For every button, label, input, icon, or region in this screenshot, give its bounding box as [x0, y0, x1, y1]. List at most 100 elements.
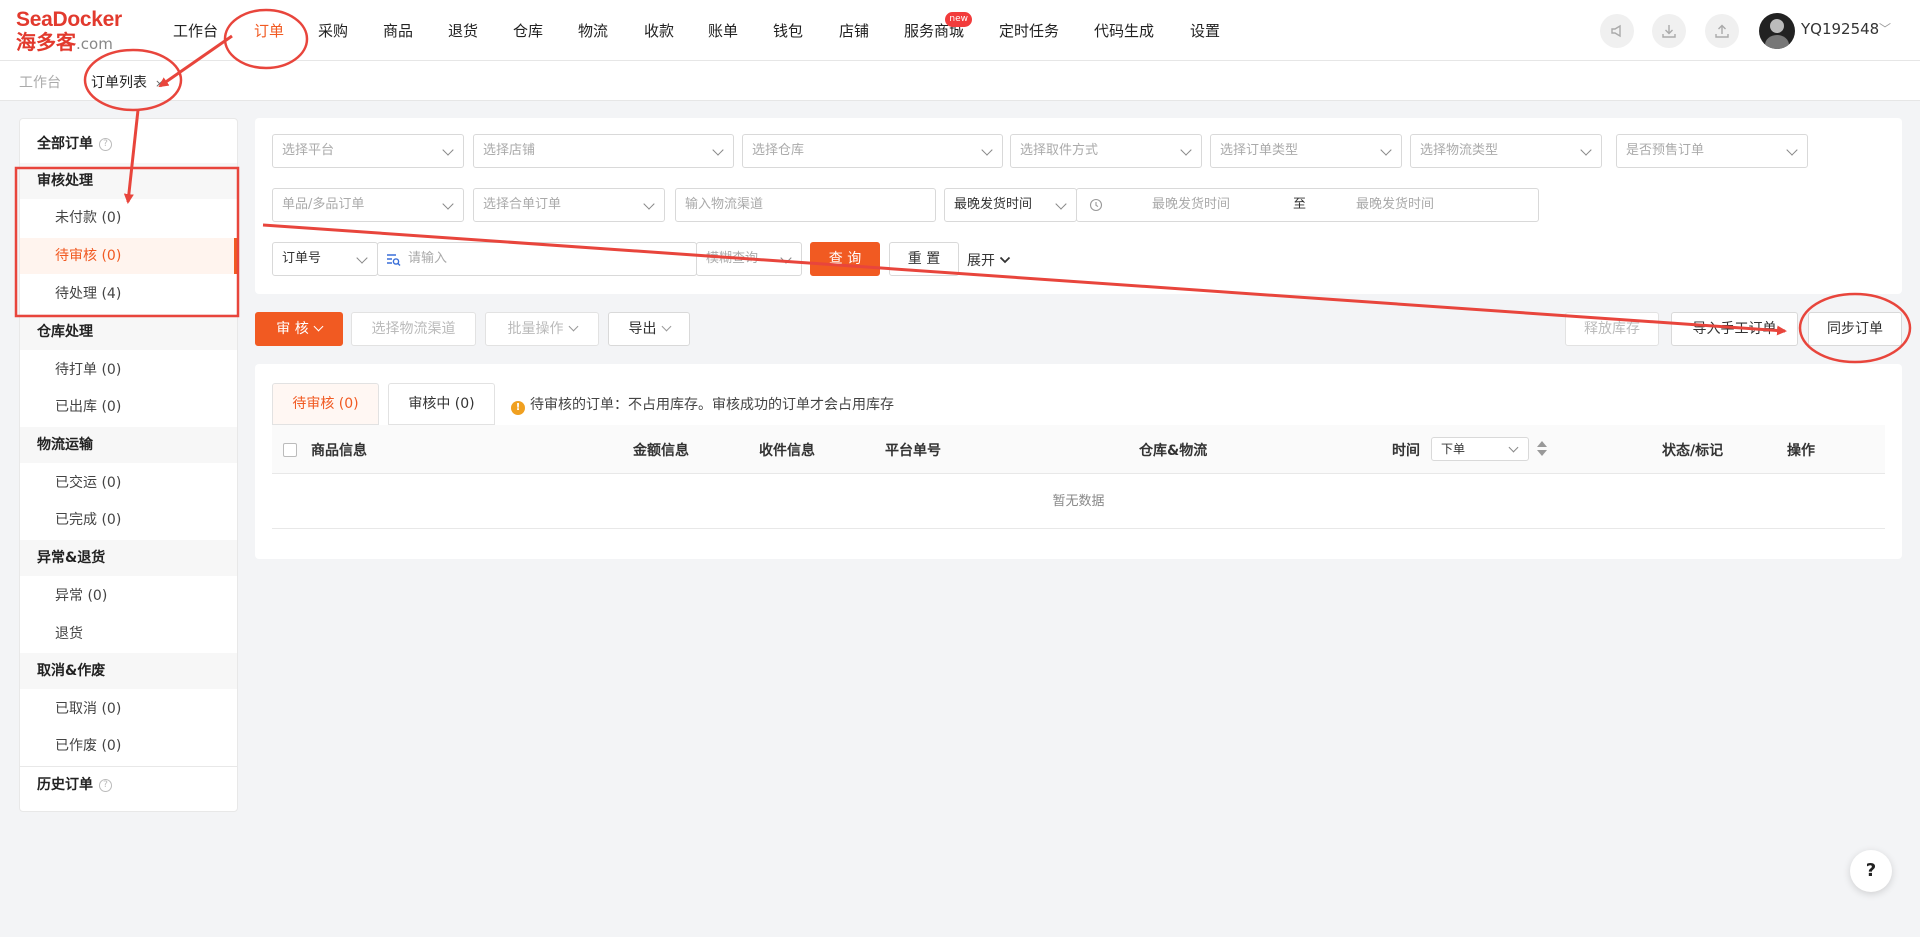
tab-order-list[interactable]: 订单列表 × [91, 72, 164, 92]
presale-select[interactable]: 是否预售订单 [1616, 134, 1808, 168]
sidebar-item-pending-process[interactable]: 待处理 (4) [20, 276, 237, 312]
nav-warehouse[interactable]: 仓库 [513, 20, 543, 42]
chevron-down-icon [981, 144, 993, 156]
chevron-down-icon [643, 198, 655, 210]
time-sort-select[interactable]: 下单 [1431, 437, 1529, 461]
pickup-method-select-placeholder: 选择取件方式 [1020, 143, 1099, 158]
nav-collection[interactable]: 收款 [644, 20, 674, 42]
sidebar-item-cancelled[interactable]: 已取消 (0) [20, 691, 237, 727]
tab-workbench[interactable]: 工作台 [19, 72, 61, 92]
nav-workbench[interactable]: 工作台 [173, 20, 218, 42]
merged-order-select[interactable]: 选择合单订单 [473, 188, 665, 222]
warehouse-select-placeholder: 选择仓库 [752, 143, 805, 158]
nav-orders[interactable]: 订单 [254, 20, 284, 42]
release-stock-button[interactable]: 释放库存 [1565, 312, 1659, 346]
store-select[interactable]: 选择店铺 [473, 134, 734, 168]
sidebar-item-voided[interactable]: 已作废 (0) [20, 728, 237, 764]
platform-select-placeholder: 选择平台 [282, 143, 335, 158]
sidebar-item-to-print[interactable]: 待打单 (0) [20, 352, 237, 388]
sync-orders-button[interactable]: 同步订单 [1808, 312, 1902, 346]
date-start-input[interactable]: 最晚发货时间 [1152, 189, 1230, 221]
batch-operations-button[interactable]: 批量操作 [485, 312, 599, 346]
select-all-checkbox[interactable] [283, 443, 297, 457]
nav-bills[interactable]: 账单 [708, 20, 738, 42]
announcement-icon[interactable] [1600, 14, 1634, 48]
info-icon: ! [511, 401, 525, 415]
export-button[interactable]: 导出 [608, 312, 690, 346]
chevron-down-icon [356, 252, 368, 264]
sidebar-item-pending-review[interactable]: 待审核 (0) [20, 238, 237, 274]
user-avatar[interactable] [1759, 13, 1795, 49]
sidebar-item-exception[interactable]: 异常 (0) [20, 578, 237, 614]
platform-select[interactable]: 选择平台 [272, 134, 464, 168]
nav-returns[interactable]: 退货 [448, 20, 478, 42]
nav-wallet[interactable]: 钱包 [773, 20, 803, 42]
review-notice: ! 待审核的订单：不占用库存。审核成功的订单才会占用库存 [511, 394, 894, 415]
batch-operations-label: 批量操作 [507, 321, 564, 337]
logistics-type-select-placeholder: 选择物流类型 [1420, 143, 1499, 158]
presale-select-placeholder: 是否预售订单 [1626, 143, 1705, 158]
sidebar-item-returns[interactable]: 退货 [20, 616, 237, 652]
nav-code-gen[interactable]: 代码生成 [1094, 20, 1154, 42]
date-end-input[interactable]: 最晚发货时间 [1356, 189, 1434, 221]
sidebar-item-shipped-out[interactable]: 已出库 (0) [20, 389, 237, 425]
nav-settings[interactable]: 设置 [1190, 20, 1220, 42]
sidebar-history-label: 历史订单 [37, 777, 93, 793]
chevron-down-icon [313, 321, 324, 332]
sidebar-item-handed-over[interactable]: 已交运 (0) [20, 465, 237, 501]
pickup-method-select[interactable]: 选择取件方式 [1010, 134, 1202, 168]
sort-icon[interactable] [1536, 439, 1548, 459]
nav-stores[interactable]: 店铺 [839, 20, 869, 42]
col-status-tag: 状态/标记 [1662, 443, 1724, 459]
single-multi-select[interactable]: 单品/多品订单 [272, 188, 464, 222]
upload-icon[interactable] [1705, 14, 1739, 48]
chevron-down-icon [1786, 144, 1798, 156]
nav-service-mall[interactable]: 服务商城 new [904, 12, 973, 42]
logistics-type-select[interactable]: 选择物流类型 [1410, 134, 1602, 168]
import-manual-orders-button[interactable]: 导入手工订单 [1671, 312, 1798, 346]
subtab-pending-review-count: (0) [338, 396, 359, 412]
match-mode-select[interactable]: 模糊查询 [696, 242, 802, 276]
subtab-reviewing[interactable]: 审核中 (0) [388, 383, 495, 425]
nav-scheduled-tasks[interactable]: 定时任务 [999, 20, 1059, 42]
list-search-icon [387, 254, 401, 266]
user-menu-chevron-icon[interactable]: ﹀ [1879, 20, 1891, 37]
subtab-pending-review[interactable]: 待审核 (0) [272, 383, 379, 425]
warehouse-select[interactable]: 选择仓库 [742, 134, 1003, 168]
expand-toggle-label: 展开 [967, 253, 995, 269]
sidebar-all-orders-label: 全部订单 [37, 136, 93, 152]
help-icon[interactable]: ? [99, 778, 112, 792]
user-name[interactable]: YQ192548 [1801, 20, 1879, 38]
chevron-down-icon [780, 252, 792, 264]
help-icon[interactable]: ? [99, 137, 112, 151]
col-product-info: 商品信息 [311, 443, 367, 459]
date-range-picker[interactable]: 最晚发货时间 至 最晚发货时间 [1076, 188, 1539, 222]
order-type-select[interactable]: 选择订单类型 [1210, 134, 1402, 168]
sidebar-history-orders[interactable]: 历史订单? [20, 766, 237, 802]
chevron-down-icon [1055, 198, 1067, 210]
help-button[interactable]: ? [1850, 850, 1892, 892]
search-field-select[interactable]: 订单号 [272, 242, 378, 276]
new-badge: new [945, 12, 973, 27]
audit-button[interactable]: 审 核 [255, 312, 343, 346]
logistics-channel-input-placeholder: 输入物流渠道 [685, 197, 764, 212]
sidebar-all-orders[interactable]: 全部订单? [20, 126, 237, 162]
reset-button[interactable]: 重 置 [889, 242, 959, 276]
download-icon[interactable] [1652, 14, 1686, 48]
nav-products[interactable]: 商品 [383, 20, 413, 42]
logistics-channel-input[interactable]: 输入物流渠道 [675, 188, 936, 222]
chevron-down-icon [712, 144, 724, 156]
sidebar-item-unpaid[interactable]: 未付款 (0) [20, 200, 237, 236]
nav-logistics[interactable]: 物流 [578, 20, 608, 42]
expand-toggle[interactable]: 展开 [967, 250, 1011, 270]
search-input-placeholder: 请输入 [408, 251, 448, 266]
close-icon[interactable]: × [155, 77, 164, 90]
search-button[interactable]: 查 询 [810, 242, 880, 276]
search-input[interactable]: 请输入 [377, 242, 697, 276]
nav-purchase[interactable]: 采购 [318, 20, 348, 42]
time-type-select[interactable]: 最晚发货时间 [944, 188, 1077, 222]
seadocker-logo[interactable]: SeaDocker 海多客.com [16, 9, 134, 54]
sidebar-group-review: 审核处理 [20, 163, 237, 199]
select-channel-button[interactable]: 选择物流渠道 [351, 312, 476, 346]
sidebar-item-completed[interactable]: 已完成 (0) [20, 502, 237, 538]
